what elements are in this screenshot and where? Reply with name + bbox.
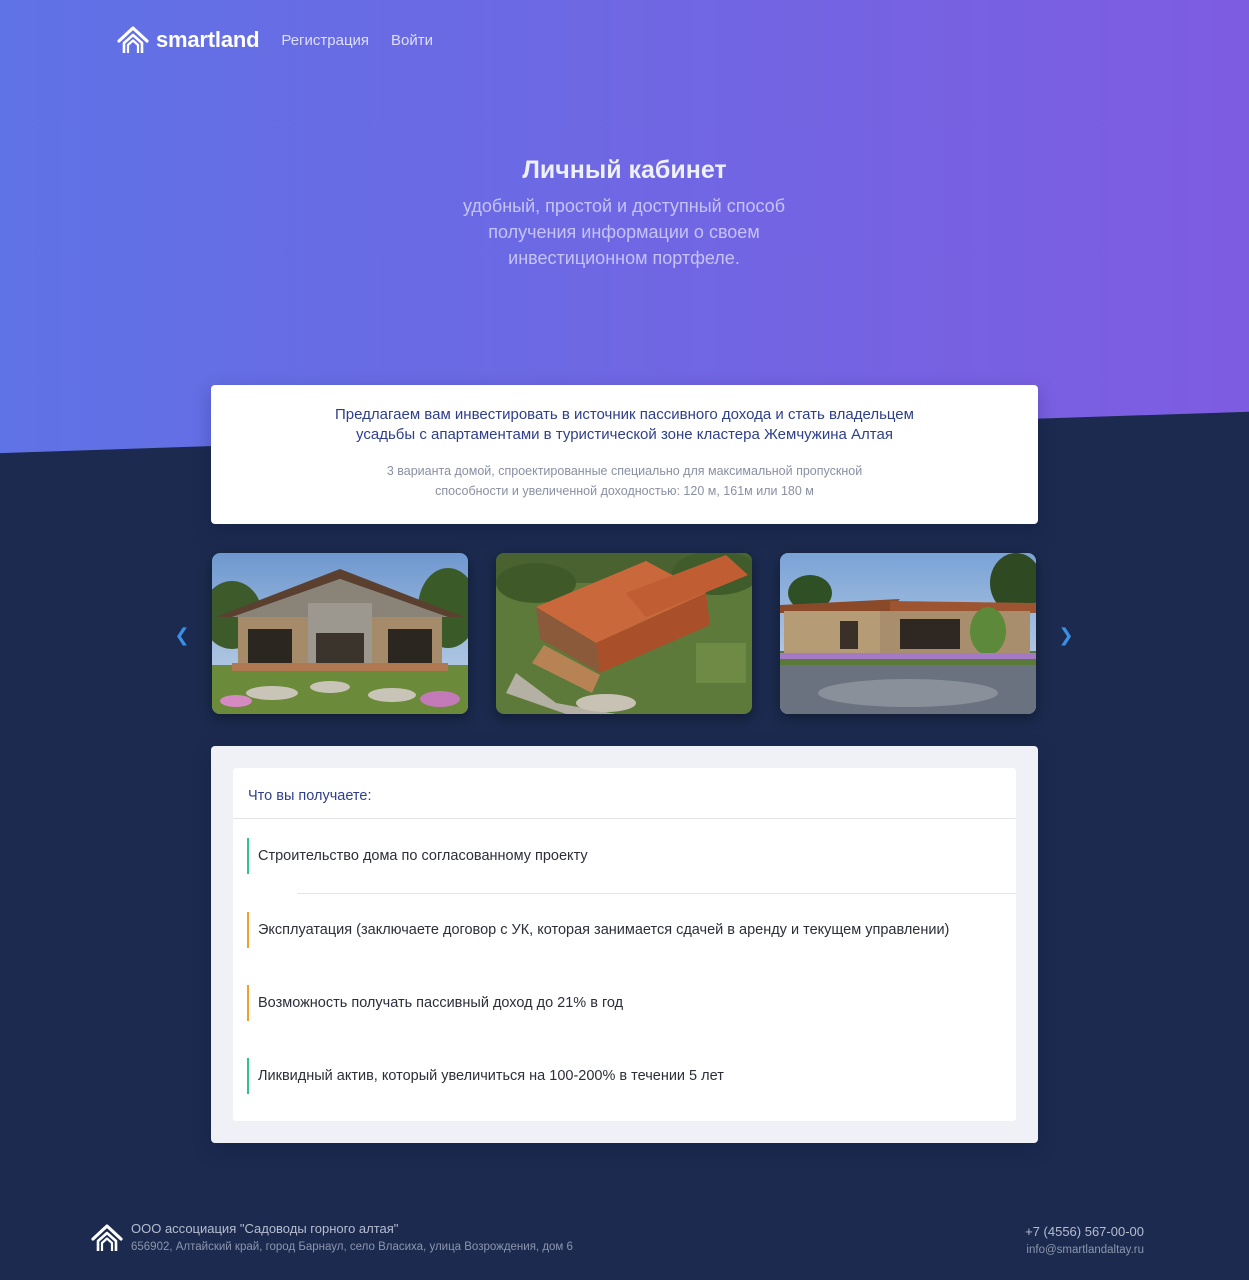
login-link[interactable]: Войти (391, 32, 433, 49)
benefit-item: Эксплуатация (заключаете договор с УК, к… (247, 912, 949, 948)
logo-text: smartland (156, 27, 260, 52)
chevron-right-icon[interactable]: ❯ (1056, 624, 1076, 646)
benefit-text: Строительство дома по согласованному про… (258, 848, 588, 864)
hero-subtitle-line: получения информации о своем (488, 222, 760, 242)
benefits-heading: Что вы получаете: (233, 768, 1016, 819)
footer-company-name: ООО ассоциация "Садоводы горного алтая" (131, 1221, 399, 1236)
register-link[interactable]: Регистрация (281, 32, 369, 49)
offer-title: Предлагаем вам инвестировать в источник … (315, 405, 935, 445)
hero-subtitle-line: удобный, простой и доступный способ (462, 196, 785, 216)
benefit-item: Ликвидный актив, который увеличиться на … (247, 1058, 724, 1094)
benefits-section: Что вы получаете: Строительство дома по … (211, 746, 1038, 1143)
house-roof-icon (91, 1224, 123, 1251)
top-navigation: smartland Регистрация Войти (116, 24, 433, 56)
footer-phone[interactable]: +7 (4556) 567-00-00 (1025, 1224, 1144, 1239)
house-slide-1[interactable] (212, 553, 468, 714)
offer-title-line: Предлагаем вам инвестировать в источник … (335, 406, 914, 423)
benefit-item: Возможность получать пассивный доход до … (247, 985, 623, 1021)
benefit-text: Ликвидный актив, который увеличиться на … (258, 1068, 724, 1084)
house-aerial-render (496, 553, 752, 714)
hero-subtitle: удобный, простой и доступный способ полу… (424, 193, 824, 271)
page-title: Личный кабинет (522, 156, 727, 184)
benefit-text: Эксплуатация (заключаете договор с УК, к… (258, 922, 950, 938)
offer-title-line: усадьбы с апартаментами в туристической … (356, 426, 893, 443)
offer-description-line: 3 варианта домой, спроектированные специ… (386, 464, 863, 478)
benefits-panel: Что вы получаете: Строительство дома по … (233, 768, 1016, 1121)
footer-email[interactable]: info@smartlandaltay.ru (1026, 1244, 1144, 1256)
chevron-left-icon[interactable]: ❮ (172, 624, 192, 646)
offer-description-line: способности и увеличенной доходностью: 1… (435, 484, 814, 498)
footer-address: 656902, Алтайский край, город Барнаул, с… (131, 1241, 573, 1253)
benefit-text: Возможность получать пассивный доход до … (258, 995, 624, 1011)
divider (297, 893, 1016, 894)
house-slide-2[interactable] (496, 553, 752, 714)
offer-description: 3 варианта домой, спроектированные специ… (365, 461, 885, 501)
benefit-item: Строительство дома по согласованному про… (247, 838, 588, 874)
house-slide-3[interactable] (780, 553, 1036, 714)
house-roof-icon (117, 26, 149, 53)
house-front-render (212, 553, 468, 714)
hero-subtitle-line: инвестиционном портфеле. (508, 248, 740, 268)
logo[interactable]: smartland (116, 24, 260, 56)
house-side-render (780, 553, 1036, 714)
offer-card: Предлагаем вам инвестировать в источник … (211, 385, 1038, 524)
